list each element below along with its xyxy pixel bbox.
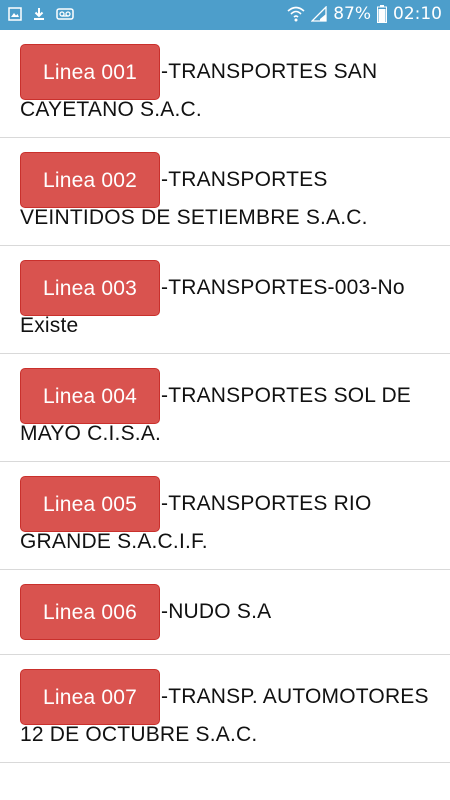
line-company-name: -TRANSPORTES SOL DE	[161, 384, 412, 407]
line-company-name: -TRANSPORTES-003-No	[161, 276, 405, 299]
download-icon	[32, 7, 46, 21]
line-badge[interactable]: Linea 001	[20, 44, 160, 100]
line-badge[interactable]: Linea 005	[20, 476, 160, 532]
bus-line-list: Linea 001 -TRANSPORTES SAN CAYETANO S.A.…	[0, 30, 450, 763]
line-badge[interactable]: Linea 002	[20, 152, 160, 208]
clock: 02:10	[393, 4, 442, 24]
line-company-name-cont: MAYO C.I.S.A.	[20, 422, 162, 445]
line-badge[interactable]: Linea 004	[20, 368, 160, 424]
line-company-name-cont: 12 DE OCTUBRE S.A.C.	[20, 723, 258, 746]
line-badge[interactable]: Linea 007	[20, 669, 160, 725]
list-item[interactable]: Linea 005 -TRANSPORTES RIO GRANDE S.A.C.…	[0, 462, 450, 570]
line-company-name: -NUDO S.A	[161, 600, 272, 623]
voicemail-icon	[56, 7, 74, 21]
list-item[interactable]: Linea 007 -TRANSP. AUTOMOTORES 12 DE OCT…	[0, 655, 450, 763]
list-item[interactable]: Linea 002 -TRANSPORTES VEINTIDOS DE SETI…	[0, 138, 450, 246]
line-company-name: -TRANSPORTES RIO	[161, 492, 372, 515]
line-company-name-cont: VEINTIDOS DE SETIEMBRE S.A.C.	[20, 206, 368, 229]
line-company-name: -TRANSP. AUTOMOTORES	[161, 685, 429, 708]
line-company-name: -TRANSPORTES SAN	[161, 60, 378, 83]
list-item[interactable]: Linea 006 -NUDO S.A	[0, 570, 450, 655]
list-item[interactable]: Linea 001 -TRANSPORTES SAN CAYETANO S.A.…	[0, 30, 450, 138]
line-company-name: -TRANSPORTES	[161, 168, 328, 191]
signal-icon	[311, 6, 327, 22]
line-badge[interactable]: Linea 003	[20, 260, 160, 316]
list-item[interactable]: Linea 004 -TRANSPORTES SOL DE MAYO C.I.S…	[0, 354, 450, 462]
line-company-name-cont: Existe	[20, 314, 79, 337]
wifi-icon	[287, 6, 305, 22]
battery-icon	[377, 5, 387, 23]
image-icon	[8, 7, 22, 21]
battery-percent: 87%	[333, 4, 371, 24]
line-company-name-cont: GRANDE S.A.C.I.F.	[20, 530, 208, 553]
status-bar: 87% 02:10	[0, 0, 450, 30]
line-badge[interactable]: Linea 006	[20, 584, 160, 640]
line-company-name-cont: CAYETANO S.A.C.	[20, 98, 202, 121]
list-item[interactable]: Linea 003 -TRANSPORTES-003-No Existe	[0, 246, 450, 354]
